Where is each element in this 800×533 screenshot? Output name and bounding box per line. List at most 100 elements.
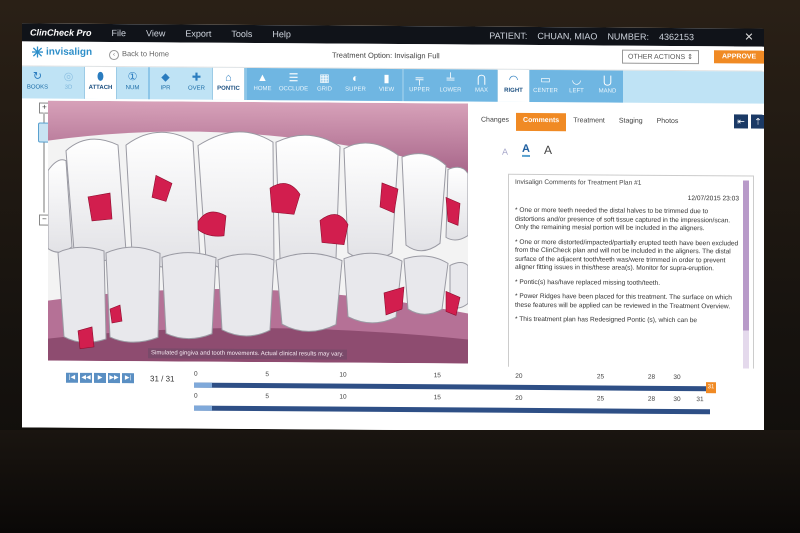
comments-date: 12/07/2015 23:03	[687, 195, 739, 203]
stage-number: 10	[339, 371, 347, 379]
super-label: SUPER	[345, 86, 366, 93]
back-label: Back to Home	[122, 49, 170, 59]
stage-number: 5	[265, 371, 270, 379]
menu-tools[interactable]: Tools	[231, 29, 252, 39]
stage-number: 20	[515, 394, 523, 402]
scrollbar-thumb[interactable]	[743, 180, 749, 331]
toolbar-lower-button[interactable]: ╧ LOWER	[435, 69, 466, 102]
back-to-home-link[interactable]: ‹ Back to Home	[109, 49, 170, 61]
first-stage-icon[interactable]: |◀	[66, 372, 78, 383]
current-stage-marker[interactable]: 31	[706, 382, 716, 394]
stage-number: 20	[515, 372, 523, 380]
tab-changes[interactable]: Changes	[474, 113, 516, 131]
tab-photos[interactable]: Photos	[650, 114, 686, 132]
menu-view[interactable]: View	[146, 28, 165, 38]
toolbar-view-button[interactable]: ▮ VIEW	[371, 68, 402, 102]
last-stage-icon[interactable]: ▶|	[122, 373, 134, 384]
font-size-selector: A A A	[502, 142, 552, 157]
upper-stage-bar[interactable]	[194, 382, 710, 392]
stage-number: 25	[596, 395, 605, 403]
patient-number: 4362153	[658, 31, 694, 43]
comment-item: * One or more teeth needed the distal ha…	[515, 206, 731, 233]
home-icon: ▲	[257, 72, 268, 85]
treatment-option-label: Treatment Option:	[332, 50, 393, 60]
patient-label: PATIENT:	[489, 30, 528, 41]
view-icon: ▮	[383, 72, 390, 85]
comments-box[interactable]: Invisalign Comments for Treatment Plan #…	[508, 173, 754, 396]
occlude-icon: ☰	[288, 72, 299, 85]
menu-file[interactable]: File	[112, 28, 127, 38]
other-actions-button[interactable]: OTHER ACTIONS ⇕	[622, 49, 699, 65]
rewind-icon[interactable]: ◀◀	[80, 372, 92, 383]
clincheck-window: ClinCheck Pro File View Export Tools Hel…	[22, 23, 764, 433]
toolbar-grid-button[interactable]: ▦ GRID	[309, 68, 340, 101]
toolbar-ipr-button[interactable]: ◆ IPR	[150, 67, 181, 99]
tab-treatment[interactable]: Treatment	[566, 113, 612, 131]
collapse-panel-icon[interactable]: ⇤	[734, 114, 748, 129]
font-small-button[interactable]: A	[502, 147, 508, 157]
teeth-model	[48, 100, 468, 364]
comments-title: Invisalign Comments for Treatment Plan #…	[515, 178, 642, 187]
close-icon[interactable]: ✕	[734, 28, 764, 47]
toolbar-num-button[interactable]: ① NUM	[117, 67, 148, 99]
home-label: HOME	[253, 86, 272, 93]
comments-scrollbar[interactable]	[743, 180, 749, 391]
tab-comments[interactable]: Comments	[516, 112, 567, 132]
number-label: NUMBER:	[607, 31, 649, 42]
play-icon[interactable]: ▶	[94, 372, 106, 383]
stage-number: 15	[433, 372, 441, 380]
toolbar-center-button[interactable]: ▭ CENTER	[530, 69, 561, 103]
lower-label: LOWER	[439, 87, 462, 94]
export-panel-icon[interactable]: ⇡	[751, 114, 764, 129]
stage-number: 10	[339, 393, 347, 401]
right-label: RIGHT	[504, 87, 523, 94]
toolbar-over-button[interactable]: ✚ OVER	[181, 68, 212, 100]
ipr-label: IPR	[160, 85, 171, 92]
comment-item: * One or more distorted/impacted/partial…	[515, 238, 739, 273]
tab-staging[interactable]: Staging	[612, 114, 650, 132]
menu-bar: File View Export Tools Help	[112, 28, 311, 39]
toolbar-upper-button[interactable]: ╤ UPPER	[404, 69, 435, 102]
view-label: VIEW	[378, 86, 395, 94]
grid-icon: ▦	[319, 72, 330, 85]
teeth-3d-viewport[interactable]	[48, 100, 468, 364]
treatment-option: Treatment Option: Invisalign Full	[332, 51, 440, 61]
treatment-option-value[interactable]: Invisalign Full	[394, 51, 439, 60]
invisalign-logo-icon	[32, 46, 43, 58]
playback-controls: |◀ ◀◀ ▶ ▶▶ ▶|	[66, 372, 134, 384]
fast-forward-icon[interactable]: ▶▶	[108, 373, 120, 384]
over-label: OVER	[187, 85, 205, 92]
patient-name: CHUAN, MIAO	[537, 31, 598, 42]
approve-button[interactable]: APPROVE	[714, 50, 764, 64]
toolbar-mand-button[interactable]: ⋃ MAND	[592, 70, 623, 103]
stage-number: 28	[647, 395, 656, 403]
stage-number: 15	[433, 394, 441, 402]
pontic-label: PONTIC	[217, 85, 240, 92]
stage-count: 31 / 31	[150, 374, 175, 384]
toolbar-super-button[interactable]: ◐ SUPER	[340, 68, 371, 101]
toolbar-right-button[interactable]: ◠ RIGHT	[497, 69, 530, 102]
over-icon: ✚	[191, 71, 202, 84]
max-icon: ⋂	[476, 73, 487, 86]
toolbar-books-button[interactable]: ↻ BOOKS	[22, 66, 53, 98]
grid-label: GRID	[317, 86, 332, 93]
mand-icon: ⋃	[602, 74, 613, 87]
panel-tools: ⇤ ⇡	[734, 114, 764, 129]
toolbar-attach-button[interactable]: ⬮ ATTACH	[84, 66, 117, 100]
books-label: BOOKS	[26, 84, 49, 91]
toolbar-pontic-button[interactable]: ⌂ PONTIC	[212, 67, 245, 100]
logo-text: invisalign	[46, 46, 93, 58]
books-icon: ↻	[32, 70, 43, 83]
toolbar-left-button[interactable]: ◡ LEFT	[561, 70, 592, 103]
menu-export[interactable]: Export	[185, 29, 211, 39]
lower-stage-bar[interactable]	[194, 405, 710, 415]
font-medium-button[interactable]: A	[522, 142, 530, 157]
font-large-button[interactable]: A	[544, 143, 552, 157]
lower-stage-numbers: 0 5 10 15 20 25 28 30 31	[194, 393, 712, 407]
mand-label: MAND	[598, 88, 617, 95]
toolbar-max-button[interactable]: ⋂ MAX	[466, 69, 497, 102]
menu-help[interactable]: Help	[272, 29, 291, 39]
toolbar-3d-button[interactable]: ◎ 3D	[53, 67, 84, 99]
toolbar-home-button[interactable]: ▲ HOME	[247, 67, 278, 101]
toolbar-occlude-button[interactable]: ☰ OCCLUDE	[278, 68, 309, 101]
